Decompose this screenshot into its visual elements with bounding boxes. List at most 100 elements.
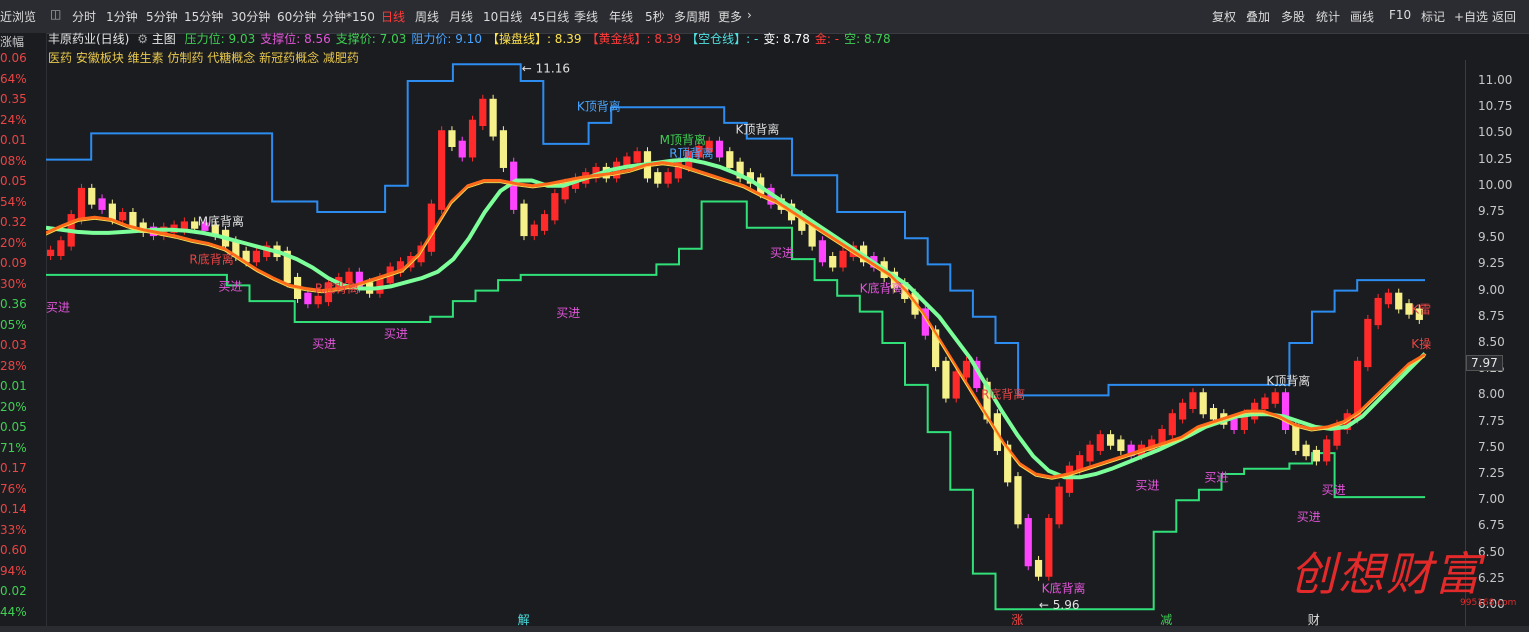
candle	[77, 187, 86, 221]
ma-fast-inner	[46, 164, 1426, 480]
price-tick: 10.25	[1478, 151, 1513, 166]
buy-signal-label: 买进	[46, 301, 70, 315]
candlestick-chart[interactable]: K顶背离 K顶背离 M顶背离R顶背离 M底背离 R底背离 R底背离 K底背离 R底背离 K底背离…	[46, 60, 1465, 626]
period-15[interactable]: 多周期	[674, 8, 710, 25]
indicator-value: 金: -	[814, 32, 840, 46]
candle	[962, 360, 971, 378]
current-price-tag: 7.97	[1466, 355, 1503, 371]
candle	[530, 224, 538, 237]
candle	[1086, 444, 1094, 462]
period-11[interactable]: 45日线	[530, 8, 569, 25]
divergence-label: R顶背离	[669, 145, 713, 160]
indicator-legend: 丰原药业(日线) ⚙ 主图 压力位: 9.03 支撑位: 8.56 支撑价: 7.0…	[48, 30, 891, 47]
period-2[interactable]: 5分钟	[146, 8, 178, 25]
change-value: 0.35	[0, 92, 27, 106]
period-toolbar: 近浏览 ◫ 分时 1分钟 5分钟 15分钟 30分钟 60分钟 分钟*150 日线 周线 月线 10…	[0, 0, 1529, 34]
divergence-label: K雷	[1411, 303, 1431, 317]
candle	[818, 240, 827, 263]
change-value: 30%	[0, 276, 27, 291]
ma-slow-line	[46, 157, 1427, 480]
candle	[1065, 465, 1074, 493]
change-value: 0.01	[0, 379, 27, 393]
price-tick: 8.50	[1478, 335, 1505, 349]
period-4[interactable]: 30分钟	[231, 8, 270, 25]
toolbar-button-8[interactable]: 返回	[1492, 8, 1516, 25]
indicator-value: 阻力价: 9.10	[411, 32, 482, 46]
change-value: 0.05	[0, 174, 27, 188]
period-3[interactable]: 15分钟	[184, 8, 223, 25]
candle	[1281, 392, 1290, 430]
period-1[interactable]: 1分钟	[106, 8, 138, 25]
candle	[468, 119, 477, 158]
settings-icon[interactable]: ⚙	[137, 32, 148, 46]
change-value: 20%	[0, 399, 27, 414]
candle	[1199, 392, 1207, 415]
support-line	[46, 200, 1425, 611]
change-value: 76%	[0, 481, 27, 496]
period-16[interactable]: 更多	[718, 8, 742, 25]
period-0[interactable]: 分时	[72, 8, 96, 25]
event-marker: 财	[1308, 613, 1320, 626]
candle	[1168, 413, 1176, 436]
divergence-label: K顶背离	[577, 98, 621, 113]
period-8[interactable]: 周线	[415, 8, 439, 25]
divergence-label: M顶背离	[660, 132, 706, 147]
toolbar-button-5[interactable]: F10	[1389, 8, 1411, 22]
toolbar-button-2[interactable]: 多股	[1281, 8, 1305, 25]
recent-browse-button[interactable]: 近浏览	[0, 8, 36, 25]
period-10[interactable]: 10日线	[483, 8, 522, 25]
stock-name[interactable]: 丰原药业(日线)	[48, 32, 129, 46]
price-tick: 10.00	[1478, 177, 1513, 192]
candle	[1261, 397, 1269, 410]
toolbar-button-7[interactable]: +自选	[1454, 8, 1488, 25]
main-chart-label[interactable]: 主图	[152, 32, 176, 46]
period-14[interactable]: 5秒	[645, 8, 665, 25]
candle	[47, 249, 55, 257]
candle	[252, 250, 261, 263]
trough-price-label: ← 5.96	[1039, 598, 1080, 612]
candle	[726, 151, 734, 168]
toolbar-button-0[interactable]: 复权	[1212, 8, 1236, 25]
buy-signal-label: 买进	[1135, 479, 1159, 493]
change-value: 0.01	[0, 133, 27, 147]
period-9[interactable]: 月线	[449, 8, 473, 25]
candle	[1302, 444, 1310, 457]
change-value: 0.06	[0, 51, 27, 65]
candle	[664, 172, 672, 184]
change-value: 0.09	[0, 256, 27, 270]
change-value: 08%	[0, 153, 27, 168]
candle	[540, 214, 549, 231]
period-6[interactable]: 分钟*150	[322, 8, 375, 25]
candle	[479, 98, 487, 127]
candle	[1034, 559, 1043, 577]
indicator-value: 压力位: 9.03	[184, 32, 256, 46]
price-tick: 6.25	[1478, 570, 1505, 585]
candle	[654, 172, 662, 184]
divergence-label: K顶背离	[1266, 373, 1310, 388]
resistance-line	[46, 63, 1425, 397]
candle	[489, 98, 497, 137]
price-tick: 8.00	[1478, 387, 1505, 402]
price-tick: 7.00	[1478, 492, 1505, 507]
buy-signal-label: 买进	[384, 327, 408, 341]
candle	[1179, 402, 1187, 420]
period-12[interactable]: 季线	[574, 8, 598, 25]
period-7[interactable]: 日线	[381, 8, 405, 25]
toolbar-button-3[interactable]: 统计	[1316, 8, 1340, 25]
candle	[952, 371, 960, 399]
candle	[633, 151, 641, 163]
candle	[98, 198, 106, 210]
panel-toggle-icon[interactable]: ◫	[50, 7, 61, 21]
toolbar-button-6[interactable]: 标记	[1421, 8, 1445, 25]
price-tick: 10.50	[1478, 125, 1513, 140]
indicator-value: 【空仓线】: -	[686, 32, 759, 46]
price-tick: 6.75	[1478, 518, 1505, 533]
period-13[interactable]: 年线	[609, 8, 633, 25]
change-value: 64%	[0, 71, 27, 86]
toolbar-button-1[interactable]: 叠加	[1246, 8, 1270, 25]
toolbar-button-4[interactable]: 画线	[1350, 8, 1374, 25]
period-5[interactable]: 60分钟	[277, 8, 316, 25]
buy-signal-label: 买进	[1204, 470, 1228, 484]
more-chevron-icon[interactable]: ›	[747, 8, 752, 22]
candle	[119, 211, 127, 221]
